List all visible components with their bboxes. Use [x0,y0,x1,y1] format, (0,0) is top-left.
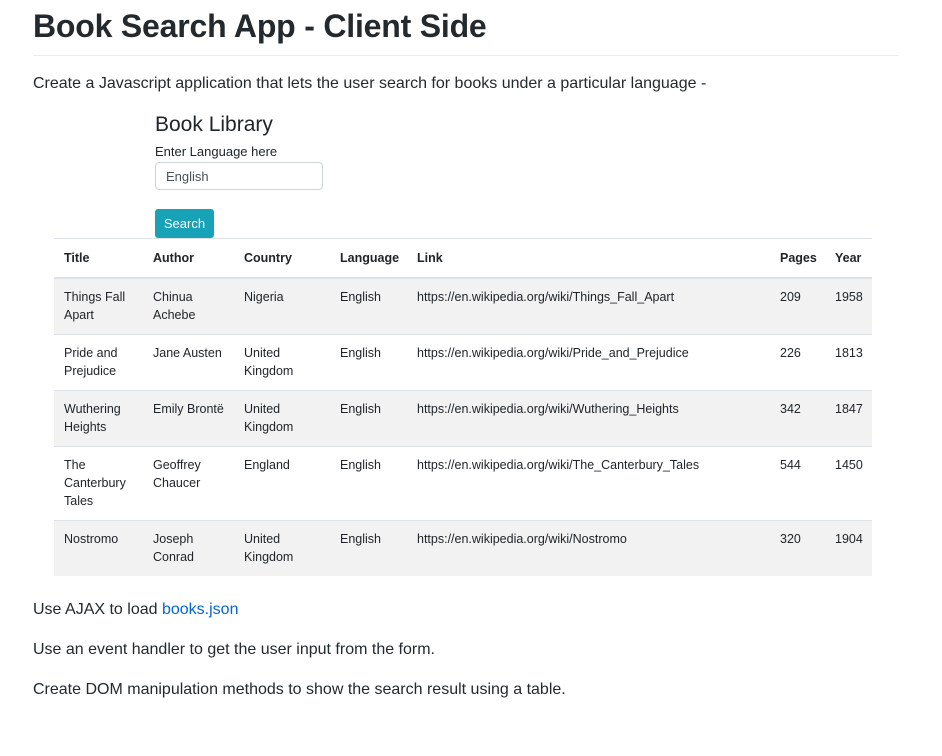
cell-country: United Kingdom [234,520,330,576]
header-title: Title [54,238,143,279]
books-json-link[interactable]: books.json [162,601,239,618]
page-title: Book Search App - Client Side [33,8,487,44]
table-row: Nostromo Joseph Conrad United Kingdom En… [54,520,872,576]
event-handler-paragraph: Use an event handler to get the user inp… [33,641,435,658]
cell-pages: 209 [770,277,825,335]
book-library-screenshot: Book Library Enter Language here Search … [54,108,872,576]
cell-title: The Canterbury Tales [54,446,143,521]
header-language: Language [330,238,407,279]
cell-year: 1958 [825,277,872,335]
cell-title: Pride and Prejudice [54,334,143,391]
cell-title: Wuthering Heights [54,390,143,447]
header-author: Author [143,238,234,279]
cell-year: 1847 [825,390,872,447]
cell-title: Nostromo [54,520,143,576]
cell-year: 1813 [825,334,872,391]
dom-methods-paragraph: Create DOM manipulation methods to show … [33,681,566,698]
cell-language: English [330,520,407,576]
header-country: Country [234,238,330,279]
table-row: Wuthering Heights Emily Brontë United Ki… [54,390,872,447]
language-input-label: Enter Language here [155,144,278,159]
cell-link: https://en.wikipedia.org/wiki/The_Canter… [407,446,770,521]
header-pages: Pages [770,238,825,279]
cell-link: https://en.wikipedia.org/wiki/Nostromo [407,520,770,576]
header-link: Link [407,238,770,279]
cell-author: Chinua Achebe [143,277,234,335]
cell-language: English [330,446,407,521]
table-row: The Canterbury Tales Geoffrey Chaucer En… [54,446,872,521]
cell-pages: 342 [770,390,825,447]
books-table: Title Author Country Language Link Pages… [54,238,872,576]
cell-year: 1450 [825,446,872,521]
intro-paragraph: Create a Javascript application that let… [33,75,707,92]
table-row: Things Fall Apart Chinua Achebe Nigeria … [54,277,872,335]
language-input[interactable] [155,162,323,190]
cell-author: Jane Austen [143,334,234,391]
readme-page: Book Search App - Client Side Create a J… [0,0,942,756]
table-header-row: Title Author Country Language Link Pages… [54,238,872,279]
cell-country: United Kingdom [234,334,330,391]
cell-year: 1904 [825,520,872,576]
header-year: Year [825,238,872,279]
cell-title: Things Fall Apart [54,277,143,335]
cell-pages: 320 [770,520,825,576]
cell-link: https://en.wikipedia.org/wiki/Pride_and_… [407,334,770,391]
title-divider [33,55,899,56]
book-library-title: Book Library [155,113,273,136]
cell-author: Emily Brontë [143,390,234,447]
ajax-text: Use AJAX to load [33,601,162,618]
cell-link: https://en.wikipedia.org/wiki/Things_Fal… [407,277,770,335]
cell-language: English [330,390,407,447]
cell-country: United Kingdom [234,390,330,447]
ajax-paragraph: Use AJAX to load books.json [33,599,238,621]
cell-pages: 544 [770,446,825,521]
cell-link: https://en.wikipedia.org/wiki/Wuthering_… [407,390,770,447]
table-row: Pride and Prejudice Jane Austen United K… [54,334,872,391]
search-button[interactable]: Search [155,209,214,238]
cell-language: English [330,334,407,391]
cell-language: English [330,277,407,335]
cell-author: Geoffrey Chaucer [143,446,234,521]
cell-country: Nigeria [234,277,330,335]
cell-pages: 226 [770,334,825,391]
cell-country: England [234,446,330,521]
cell-author: Joseph Conrad [143,520,234,576]
